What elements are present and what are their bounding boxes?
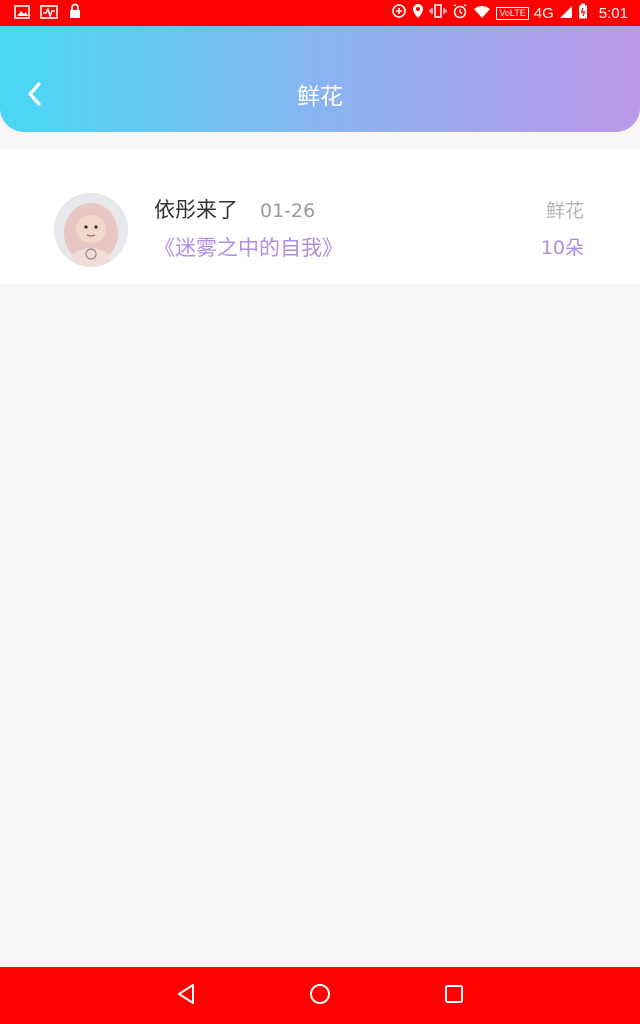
back-triangle-icon bbox=[175, 983, 197, 1009]
system-nav-bar bbox=[0, 967, 640, 1024]
location-icon bbox=[412, 3, 424, 23]
app-header: 鲜花 bbox=[0, 26, 640, 132]
lock-icon bbox=[68, 3, 82, 23]
gift-date: 01-26 bbox=[260, 200, 316, 222]
gift-count: 10朵 bbox=[540, 237, 584, 259]
nav-home-button[interactable] bbox=[300, 977, 340, 1015]
wifi-icon bbox=[473, 4, 491, 23]
gift-type: 鲜花 bbox=[545, 200, 584, 222]
home-circle-icon bbox=[309, 983, 331, 1009]
image-icon bbox=[14, 4, 30, 23]
network-type: 4G bbox=[533, 4, 554, 22]
data-saver-icon bbox=[391, 3, 407, 23]
user-name: 依彤来了 bbox=[154, 198, 238, 222]
status-bar: VoLTE 4G 5:01 bbox=[0, 0, 640, 26]
alarm-icon bbox=[452, 3, 468, 23]
book-title[interactable]: 《迷雾之中的自我》 bbox=[154, 234, 343, 262]
battery-icon bbox=[578, 3, 588, 23]
volte-label: VoLTE bbox=[496, 6, 529, 20]
status-notifications bbox=[14, 3, 82, 23]
nav-recents-button[interactable] bbox=[434, 977, 474, 1015]
gift-list: 依彤来了 01-26 《迷雾之中的自我》 鲜花 10朵 bbox=[0, 150, 640, 284]
signal-icon bbox=[559, 4, 573, 23]
avatar bbox=[54, 193, 128, 267]
vibrate-icon bbox=[429, 3, 448, 23]
status-time: 5:01 bbox=[598, 4, 628, 22]
status-system: VoLTE 4G 5:01 bbox=[391, 3, 628, 23]
recents-square-icon bbox=[443, 983, 465, 1009]
nav-back-button[interactable] bbox=[166, 977, 206, 1015]
activity-icon bbox=[40, 4, 58, 23]
page-title: 鲜花 bbox=[297, 84, 343, 110]
